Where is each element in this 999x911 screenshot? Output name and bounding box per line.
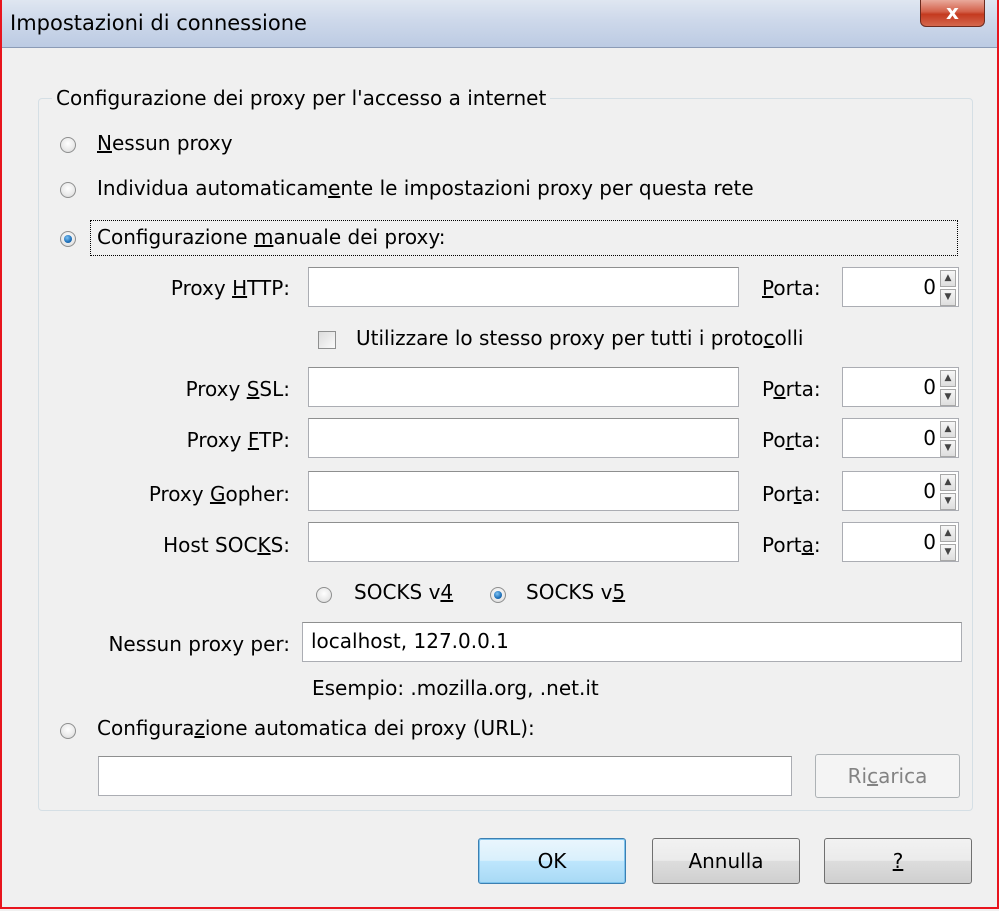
spin-up-icon[interactable]: ▲ — [940, 270, 956, 287]
radio-socks-v5-label[interactable]: SOCKS v5 — [526, 580, 625, 604]
spin-down-icon[interactable]: ▼ — [940, 440, 956, 457]
no-proxy-for-input[interactable]: localhost, 127.0.0.1 — [302, 622, 962, 662]
cancel-button[interactable]: Annulla — [652, 838, 800, 884]
radio-no-proxy-button[interactable] — [60, 137, 76, 153]
proxy-ftp-port-value: 0 — [923, 426, 936, 450]
spin-up-icon[interactable]: ▲ — [940, 421, 956, 438]
host-socks-input[interactable] — [308, 522, 739, 562]
spin-down-icon[interactable]: ▼ — [940, 493, 956, 510]
auto-url-input[interactable] — [98, 756, 792, 796]
proxy-ssl-label: Proxy SSL: — [185, 377, 290, 401]
radio-auto-detect-label[interactable]: Individua automaticamente le impostazion… — [97, 176, 754, 200]
radio-socks-v5-button[interactable] — [490, 587, 506, 603]
proxy-ftp-input[interactable] — [308, 418, 739, 458]
radio-auto-url-button[interactable] — [60, 723, 76, 739]
proxy-ftp-port-spinner[interactable]: 0 ▲ ▼ — [842, 418, 959, 458]
proxy-gopher-input[interactable] — [308, 471, 739, 511]
close-icon: x — [946, 0, 959, 24]
proxy-http-port-label: Porta: — [762, 276, 821, 300]
no-proxy-example: Esempio: .mozilla.org, .net.it — [312, 676, 599, 700]
radio-manual-button[interactable] — [60, 231, 76, 247]
close-button[interactable]: x — [920, 0, 985, 27]
radio-manual-label[interactable]: Configurazione manuale dei proxy: — [97, 225, 446, 249]
radio-socks-v4-label[interactable]: SOCKS v4 — [354, 580, 453, 604]
no-proxy-for-label: Nessun proxy per: — [108, 632, 290, 656]
spinner-buttons: ▲ ▼ — [940, 370, 956, 406]
host-socks-label: Host SOCKS: — [163, 533, 290, 557]
proxy-gopher-port-label: Porta: — [762, 482, 821, 506]
proxy-ftp-port-label: Porta: — [762, 428, 821, 452]
radio-socks-v4-button[interactable] — [316, 587, 332, 603]
proxy-http-label: Proxy HTTP: — [170, 276, 290, 300]
radio-auto-url-label[interactable]: Configurazione automatica dei proxy (URL… — [97, 716, 535, 740]
reload-button[interactable]: Ricarica — [815, 754, 960, 798]
same-proxy-label[interactable]: Utilizzare lo stesso proxy per tutti i p… — [356, 326, 803, 350]
same-proxy-checkbox[interactable] — [318, 331, 336, 349]
host-socks-port-value: 0 — [923, 530, 936, 554]
spin-down-icon[interactable]: ▼ — [940, 389, 956, 406]
spinner-buttons: ▲ ▼ — [940, 421, 956, 457]
spin-down-icon[interactable]: ▼ — [940, 289, 956, 306]
spinner-buttons: ▲ ▼ — [940, 270, 956, 306]
help-button[interactable]: ? — [824, 838, 972, 884]
spin-up-icon[interactable]: ▲ — [940, 370, 956, 387]
radio-no-proxy-label[interactable]: Nessun proxy — [97, 131, 233, 155]
proxy-http-port-value: 0 — [923, 275, 936, 299]
proxy-ssl-input[interactable] — [308, 367, 739, 407]
spin-up-icon[interactable]: ▲ — [940, 525, 956, 542]
host-socks-port-spinner[interactable]: 0 ▲ ▼ — [842, 522, 959, 562]
title-bar[interactable]: Impostazioni di connessione x — [0, 0, 999, 48]
proxy-http-input[interactable] — [308, 267, 739, 307]
ok-button[interactable]: OK — [478, 838, 626, 884]
proxy-ftp-label: Proxy FTP: — [186, 428, 290, 452]
proxy-ssl-port-label: Porta: — [762, 377, 821, 401]
radio-auto-detect-button[interactable] — [60, 182, 76, 198]
group-legend: Configurazione dei proxy per l'accesso a… — [52, 86, 551, 110]
proxy-http-port-spinner[interactable]: 0 ▲ ▼ — [842, 267, 959, 307]
proxy-gopher-label: Proxy Gopher: — [148, 482, 290, 506]
proxy-ssl-port-value: 0 — [923, 375, 936, 399]
proxy-ssl-port-spinner[interactable]: 0 ▲ ▼ — [842, 367, 959, 407]
window-title: Impostazioni di connessione — [10, 11, 307, 35]
proxy-gopher-port-spinner[interactable]: 0 ▲ ▼ — [842, 471, 959, 511]
spinner-buttons: ▲ ▼ — [940, 525, 956, 561]
spinner-buttons: ▲ ▼ — [940, 474, 956, 510]
spin-down-icon[interactable]: ▼ — [940, 544, 956, 561]
host-socks-port-label: Porta: — [762, 533, 821, 557]
proxy-gopher-port-value: 0 — [923, 479, 936, 503]
spin-up-icon[interactable]: ▲ — [940, 474, 956, 491]
